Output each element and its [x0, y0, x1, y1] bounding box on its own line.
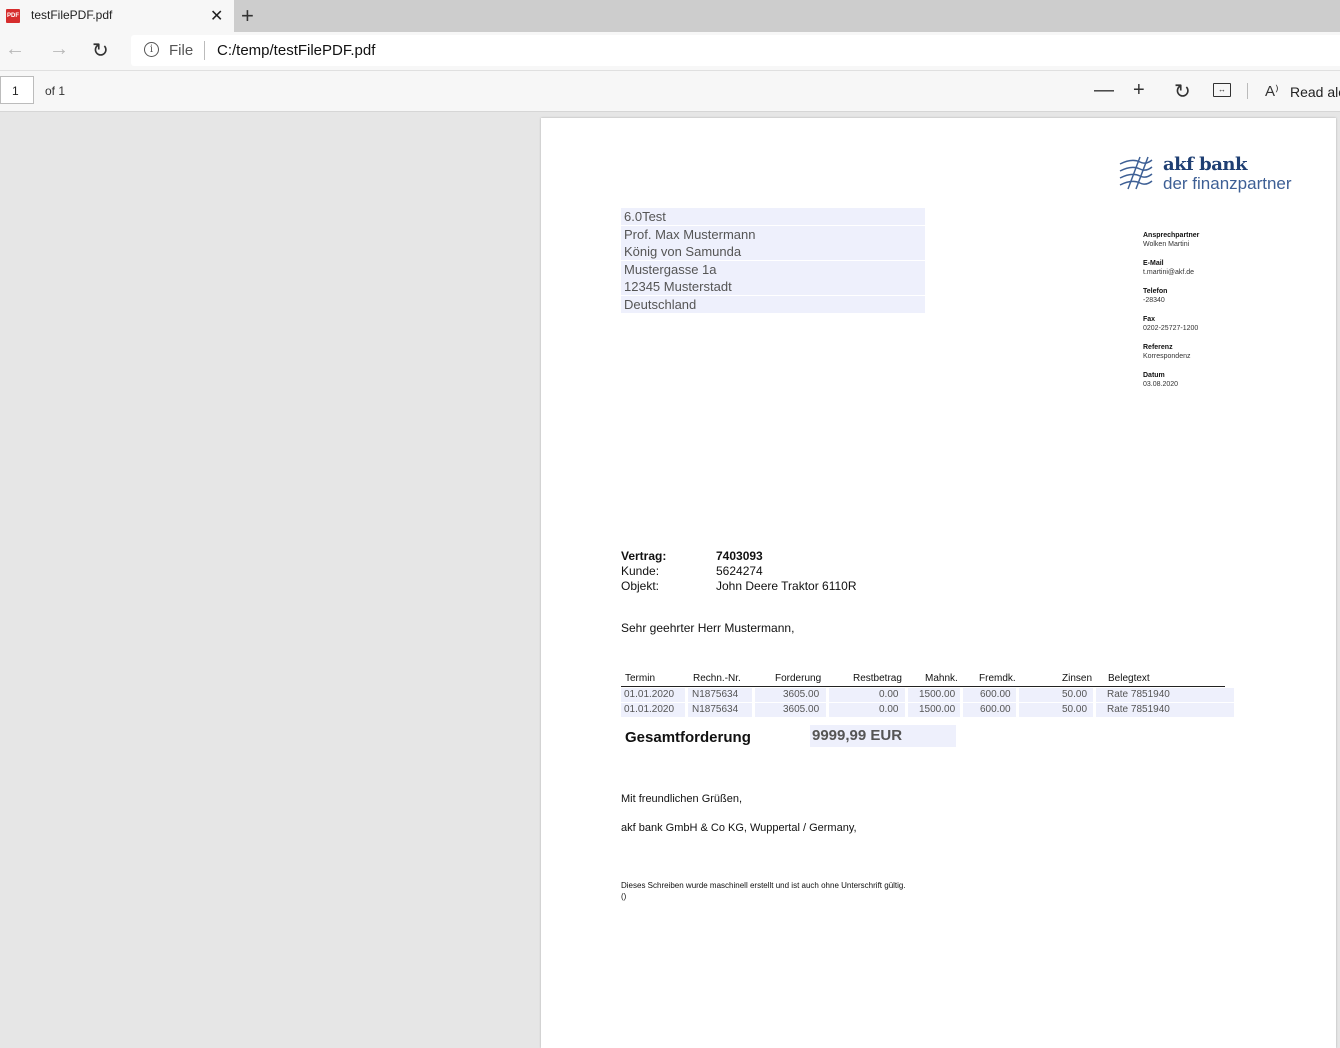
contact-label: Ansprechpartner: [1143, 232, 1200, 239]
kunde-value: 5624274: [716, 564, 763, 578]
tab-strip: PDF testFilePDF.pdf ✕ +: [0, 0, 1340, 32]
table-cell: 3605.00: [783, 704, 820, 715]
vertrag-value: 7403093: [716, 549, 763, 563]
closing-line: Mit freundlichen Grüßen,: [621, 793, 743, 805]
table-row: 01.01.2020 N1875634 3605.00 0.00 1500.00…: [621, 702, 1234, 717]
table-cell: 50.00: [1062, 704, 1088, 715]
contact-value: Wolken Martini: [1143, 241, 1190, 248]
table-cell: 0.00: [879, 704, 899, 715]
close-icon[interactable]: ✕: [210, 6, 223, 26]
footnote-line: Dieses Schreiben wurde maschinell erstel…: [621, 881, 906, 890]
fit-to-page-icon[interactable]: ↔: [1213, 83, 1231, 97]
address-line: Prof. Max Mustermann: [621, 225, 925, 243]
page-number-input[interactable]: 1: [0, 76, 34, 104]
objekt-value: John Deere Traktor 6110R: [716, 579, 857, 593]
read-aloud-button[interactable]: Read alo: [1290, 84, 1340, 100]
table-cell: 01.01.2020: [624, 689, 675, 700]
tab-title: testFilePDF.pdf: [31, 8, 113, 22]
address-line: 6.0Test: [621, 208, 925, 225]
address-separator: [204, 41, 205, 60]
address-line: 12345 Musterstadt: [621, 278, 925, 295]
table-cell: N1875634: [692, 704, 739, 715]
table-cell: 1500.00: [919, 689, 956, 700]
contact-label: E-Mail: [1143, 260, 1164, 267]
table-cell: 600.00: [980, 704, 1011, 715]
forward-arrow-icon[interactable]: →: [49, 38, 69, 61]
zoom-out-icon[interactable]: —: [1094, 79, 1114, 102]
logo-subtitle: der finanzpartner: [1163, 174, 1292, 193]
claims-table: Termin Rechn.-Nr. Forderung Restbetrag M…: [621, 673, 1234, 717]
table-cell: Rate 7851940: [1107, 689, 1170, 700]
kunde-label: Kunde:: [621, 564, 660, 578]
pdf-page: akf bank der finanzpartner 6.0Test Prof.…: [541, 118, 1336, 1048]
contact-value: -28340: [1143, 297, 1165, 304]
vertrag-label: Vertrag:: [621, 549, 667, 563]
contact-value: t.martini@akf.de: [1143, 269, 1195, 276]
url-text[interactable]: C:/temp/testFilePDF.pdf: [217, 42, 375, 59]
address-bar[interactable]: i File C:/temp/testFilePDF.pdf: [131, 35, 1340, 66]
recipient-address: 6.0Test Prof. Max Mustermann König von S…: [621, 208, 925, 313]
toolbar-separator: [1247, 83, 1248, 99]
table-header: Termin Rechn.-Nr. Forderung Restbetrag M…: [621, 673, 1225, 687]
contact-label: Referenz: [1143, 344, 1173, 351]
table-cell: 600.00: [980, 689, 1011, 700]
contact-value: 03.08.2020: [1143, 381, 1179, 388]
objekt-label: Objekt:: [621, 579, 660, 593]
navigation-bar: ← → ↻ i File C:/temp/testFilePDF.pdf: [0, 32, 1340, 71]
total-label: Gesamtforderung: [625, 729, 751, 746]
footnote: Dieses Schreiben wurde maschinell erstel…: [621, 880, 906, 902]
contact-label: Telefon: [1143, 288, 1168, 295]
contact-value: Korrespondenz: [1143, 353, 1191, 360]
company-line: akf bank GmbH & Co KG, Wuppertal / Germa…: [621, 822, 857, 834]
reload-icon[interactable]: ↻: [92, 38, 109, 63]
column-header: Forderung: [775, 673, 822, 684]
column-header: Fremdk.: [979, 673, 1016, 684]
contract-reference: Vertrag: 7403093 Kunde: 5624274 Objekt: …: [621, 549, 1021, 594]
table-cell: N1875634: [692, 689, 739, 700]
contact-value: 0202-25727-1200: [1143, 325, 1199, 332]
contact-label: Datum: [1143, 372, 1165, 379]
page-count: of 1: [45, 84, 66, 98]
info-icon[interactable]: i: [144, 42, 159, 57]
akf-logo-mark: [1119, 156, 1153, 190]
column-header: Restbetrag: [853, 673, 902, 684]
table-cell: 01.01.2020: [624, 704, 675, 715]
pdf-file-icon: PDF: [6, 9, 20, 23]
table-cell: 3605.00: [783, 689, 820, 700]
table-cell: 1500.00: [919, 704, 956, 715]
table-cell: Rate 7851940: [1107, 704, 1170, 715]
column-header: Mahnk.: [925, 673, 958, 684]
zoom-in-icon[interactable]: +: [1133, 79, 1145, 102]
column-header: Termin: [625, 673, 656, 684]
url-scheme: File: [169, 42, 194, 59]
browser-tab[interactable]: PDF testFilePDF.pdf ✕: [0, 0, 234, 32]
address-line: Deutschland: [621, 295, 925, 313]
pdf-toolbar: 1 of 1 — + ↻ ↔ A⁾ Read alo: [0, 71, 1340, 112]
table-cell: 0.00: [879, 689, 899, 700]
read-aloud-icon[interactable]: A⁾: [1265, 82, 1279, 100]
new-tab-icon[interactable]: +: [241, 3, 254, 29]
contact-sidebar: Ansprechpartner Wolken Martini E-Mail t.…: [1143, 231, 1263, 399]
column-header: Rechn.-Nr.: [693, 673, 741, 684]
table-cell: 50.00: [1062, 689, 1088, 700]
column-header: Belegtext: [1108, 673, 1150, 684]
logo-name: akf bank: [1163, 154, 1247, 175]
table-row: 01.01.2020 N1875634 3605.00 0.00 1500.00…: [621, 687, 1234, 702]
contact-label: Fax: [1143, 316, 1156, 323]
address-line: Mustergasse 1a: [621, 260, 925, 278]
footnote-line: (): [621, 892, 627, 901]
address-line: König von Samunda: [621, 243, 925, 260]
back-arrow-icon[interactable]: ←: [5, 38, 25, 61]
rotate-icon[interactable]: ↻: [1174, 79, 1191, 104]
column-header: Zinsen: [1062, 673, 1093, 684]
total-value: 9999,99 EUR: [810, 725, 956, 747]
salutation: Sehr geehrter Herr Mustermann,: [621, 621, 795, 635]
